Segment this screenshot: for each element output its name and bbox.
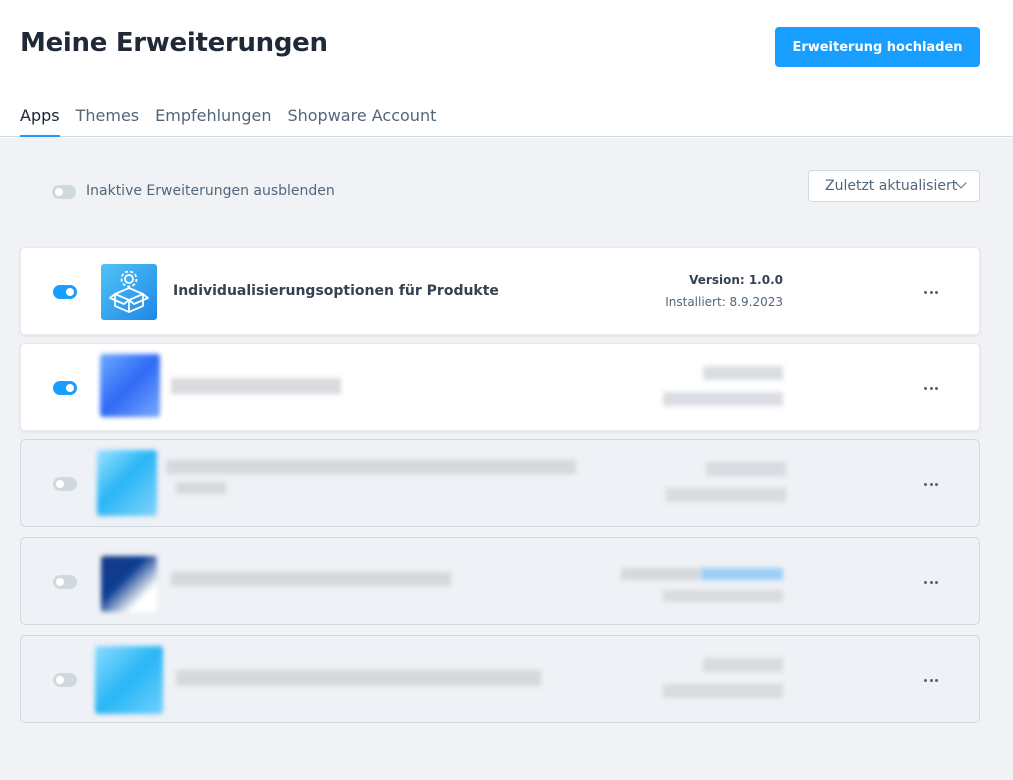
blurred-version (703, 366, 783, 380)
hide-inactive-label: Inaktive Erweiterungen ausblenden (86, 183, 335, 199)
extension-card: Individualisierungsoptionen für Produkte… (20, 247, 980, 335)
blurred-name (176, 670, 541, 686)
tab-bar: Apps Themes Empfehlungen Shopware Accoun… (20, 106, 452, 137)
pixelated-logo (100, 354, 160, 417)
blurred-name (171, 378, 341, 394)
extension-list-area: Inaktive Erweiterungen ausblenden Zuletz… (0, 138, 1013, 780)
extension-active-toggle[interactable] (53, 575, 77, 589)
tab-shopware-account[interactable]: Shopware Account (287, 106, 436, 137)
sort-select[interactable]: Zuletzt aktualisiert (808, 170, 980, 202)
gear-box-icon (101, 264, 157, 320)
hide-inactive-toggle[interactable] (52, 185, 76, 199)
more-options-icon[interactable] (921, 670, 941, 690)
blurred-version (706, 462, 786, 476)
blurred-installed (666, 488, 786, 502)
tab-themes[interactable]: Themes (76, 106, 140, 137)
blurred-installed (663, 590, 783, 602)
upload-extension-button[interactable]: Erweiterung hochladen (775, 27, 980, 67)
extension-version: Version: 1.0.0 (689, 273, 783, 287)
extension-card (20, 635, 980, 723)
blurred-installed (663, 684, 783, 698)
extension-active-toggle[interactable] (53, 381, 77, 395)
extension-card (20, 439, 980, 527)
more-options-icon[interactable] (921, 572, 941, 592)
extension-card (20, 537, 980, 625)
more-options-icon[interactable] (921, 378, 941, 398)
extension-active-toggle[interactable] (53, 673, 77, 687)
sort-select-value: Zuletzt aktualisiert (825, 178, 958, 194)
blurred-update-badge (701, 568, 783, 580)
extension-active-toggle[interactable] (53, 477, 77, 491)
pixelated-logo (97, 450, 157, 516)
pixelated-logo (95, 646, 163, 714)
extension-name: Individualisierungsoptionen für Produkte (173, 283, 499, 299)
pixelated-logo (101, 556, 157, 612)
more-options-icon[interactable] (921, 282, 941, 302)
tab-recommendations[interactable]: Empfehlungen (155, 106, 271, 137)
extension-card (20, 343, 980, 431)
blurred-name (166, 460, 576, 474)
more-options-icon[interactable] (921, 474, 941, 494)
blurred-version (621, 568, 701, 580)
extension-active-toggle[interactable] (53, 285, 77, 299)
blurred-name (171, 572, 451, 586)
page-header: Meine Erweiterungen Erweiterung hochlade… (0, 0, 1013, 137)
blurred-installed (663, 392, 783, 406)
tab-apps[interactable]: Apps (20, 106, 60, 137)
extension-installed-date: Installiert: 8.9.2023 (665, 295, 783, 309)
page-title: Meine Erweiterungen (20, 28, 328, 58)
blurred-version (703, 658, 783, 672)
blurred-name-line2 (176, 482, 226, 494)
